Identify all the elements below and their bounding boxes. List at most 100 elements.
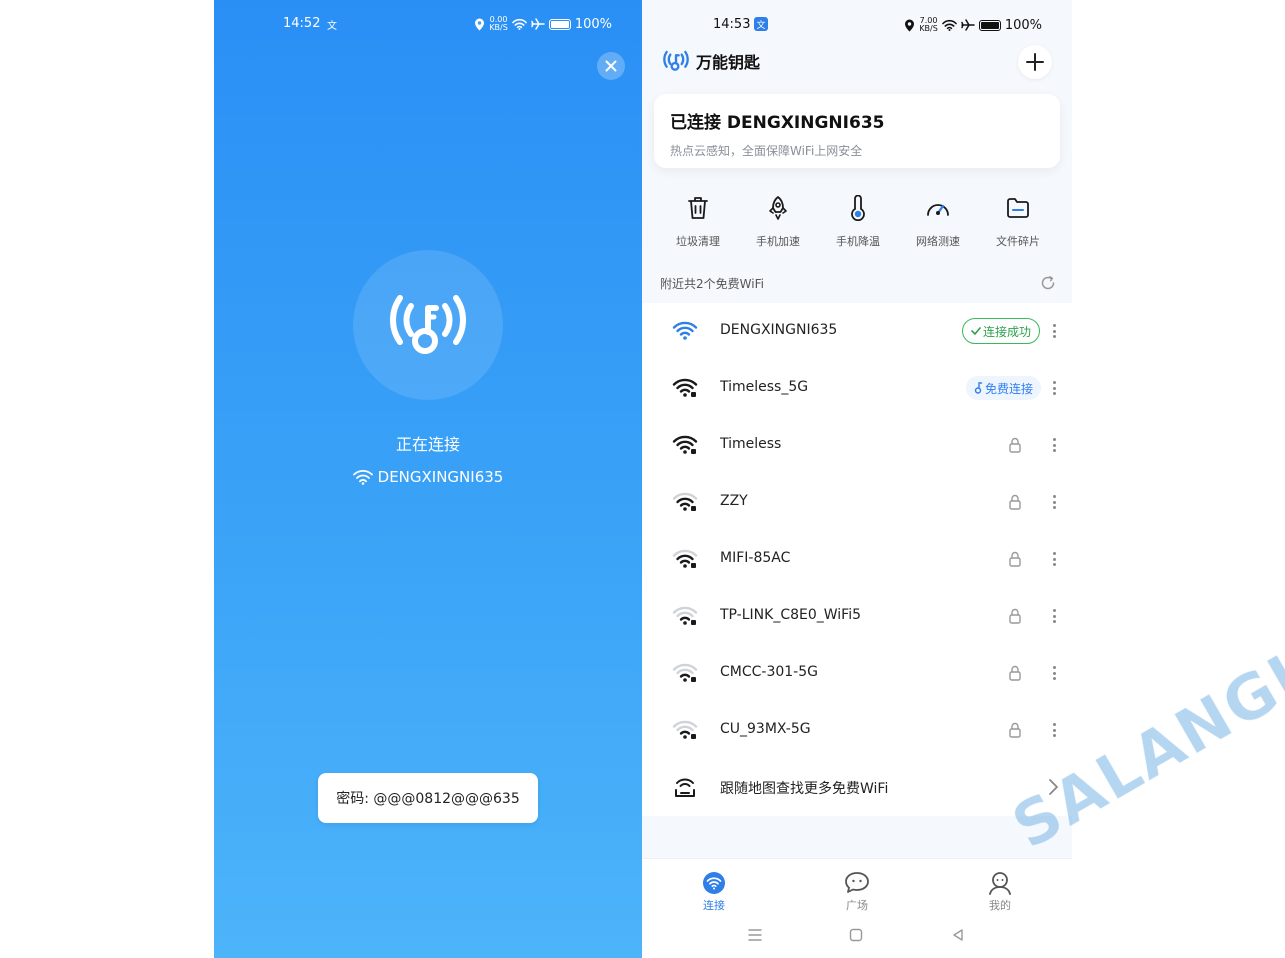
- back-nav-icon[interactable]: [951, 928, 965, 942]
- password-display[interactable]: 密码: @@@0812@@@635: [318, 773, 538, 823]
- map-row-label: 跟随地图查找更多免费WiFi: [720, 781, 889, 797]
- tab-square[interactable]: 广场: [827, 871, 887, 913]
- wifi-row[interactable]: CMCC-301-5G: [642, 645, 1072, 702]
- plus-icon: [1026, 53, 1044, 71]
- screenshot-stage: 14:52 文 0.00 KB/S 100% 正在连接 DENGXINGNI63…: [0, 0, 1285, 958]
- language-indicator: 文: [327, 21, 337, 32]
- connecting-label: 正在连接: [395, 435, 460, 454]
- location-icon: [475, 18, 485, 30]
- more-options-icon[interactable]: [1048, 321, 1060, 341]
- app-header: 万能钥匙: [662, 44, 1052, 79]
- wifi-signal-full-icon: [672, 435, 698, 454]
- wifi-list: DENGXINGNI635 连接成功 Timeless_5G 免费连接 Time…: [642, 303, 1072, 816]
- wifi-signal-medium-icon: [672, 492, 698, 511]
- free-connect-badge[interactable]: 免费连接: [966, 376, 1042, 400]
- connected-subtitle: 热点云感知，全面保障WiFi上网安全: [670, 144, 863, 158]
- tab-connect[interactable]: 连接: [684, 871, 744, 913]
- more-options-icon[interactable]: [1048, 663, 1060, 683]
- add-button[interactable]: [1018, 45, 1052, 79]
- wifi-status-icon: [942, 19, 957, 31]
- more-options-icon[interactable]: [1048, 549, 1060, 569]
- refresh-icon[interactable]: [1040, 275, 1056, 291]
- lock-icon: [1009, 494, 1021, 510]
- status-bar-left: 14:52 文 0.00 KB/S 100%: [214, 14, 642, 36]
- wifi-row[interactable]: CU_93MX-5G: [642, 702, 1072, 759]
- chat-bubble-icon: [845, 872, 869, 893]
- speedometer-icon: [927, 204, 949, 216]
- wifi-row[interactable]: ZZY: [642, 474, 1072, 531]
- battery-icon: [978, 19, 1001, 31]
- nearby-label: 附近共2个免费WiFi: [660, 276, 764, 291]
- connecting-ssid: DENGXINGNI635: [214, 468, 642, 486]
- more-options-icon[interactable]: [1048, 435, 1060, 455]
- lock-icon: [1009, 437, 1021, 453]
- wifi-name: TP-LINK_C8E0_WiFi5: [720, 607, 862, 623]
- thermometer-icon: [851, 195, 865, 221]
- tool-row: 垃圾清理 手机加速 手机降温 网络测速 文件碎片: [658, 192, 1058, 249]
- app-logo-icon: [663, 50, 689, 71]
- map-wifi-icon: [675, 778, 695, 797]
- folder-icon: [1007, 198, 1029, 218]
- home-nav-icon[interactable]: [849, 928, 863, 942]
- wifi-name: DENGXINGNI635: [720, 322, 838, 338]
- status-bar-right: 14:53 文 7.00 KB/S 100%: [642, 14, 1072, 36]
- connected-title: 已连接 DENGXINGNI635: [670, 113, 885, 133]
- wifi-tab-icon: [703, 872, 725, 894]
- language-indicator: 文: [754, 17, 768, 31]
- status-time: 14:52: [283, 16, 321, 31]
- more-options-icon[interactable]: [1048, 720, 1060, 740]
- nearby-header: 附近共2个免费WiFi: [660, 273, 1056, 293]
- more-options-icon[interactable]: [1048, 492, 1060, 512]
- wifi-name: Timeless_5G: [720, 379, 809, 395]
- wifi-signal-full-icon: [672, 321, 698, 340]
- wifi-signal-weak-icon: [672, 606, 698, 625]
- close-icon: [605, 60, 617, 72]
- tool-phone-boost[interactable]: 手机加速: [738, 192, 818, 249]
- wifi-status-icon: [512, 18, 527, 30]
- more-options-icon[interactable]: [1048, 378, 1060, 398]
- lock-icon: [1009, 722, 1021, 738]
- app-logo-circle: [353, 250, 503, 400]
- menu-nav-icon[interactable]: [747, 928, 763, 942]
- wifi-row[interactable]: MIFI-85AC: [642, 531, 1072, 588]
- wifi-signal-medium-icon: [672, 549, 698, 568]
- net-speed: 7.00 KB/S: [919, 16, 938, 33]
- lock-icon: [1009, 665, 1021, 681]
- battery-level: 100%: [1004, 17, 1042, 33]
- battery-icon: [548, 18, 571, 30]
- wifi-name: CMCC-301-5G: [720, 664, 818, 680]
- check-icon: [971, 327, 981, 336]
- tab-mine[interactable]: 我的: [970, 871, 1030, 913]
- key-icon: [974, 382, 983, 394]
- user-icon: [989, 872, 1011, 895]
- airplane-icon: [531, 18, 545, 30]
- wifi-row[interactable]: DENGXINGNI635 连接成功: [642, 303, 1072, 360]
- status-time: 14:53: [713, 17, 751, 32]
- wifi-name: MIFI-85AC: [720, 550, 791, 566]
- wifi-row[interactable]: Timeless_5G 免费连接: [642, 360, 1072, 417]
- connecting-screen: 14:52 文 0.00 KB/S 100% 正在连接 DENGXINGNI63…: [214, 0, 642, 958]
- close-button[interactable]: [597, 52, 625, 80]
- wifi-signal-weak-icon: [672, 663, 698, 682]
- airplane-icon: [961, 19, 975, 31]
- tool-speed-test[interactable]: 网络测速: [898, 192, 978, 249]
- lock-icon: [1009, 551, 1021, 567]
- trash-icon: [688, 197, 708, 219]
- wifi-signal-full-icon: [672, 378, 698, 397]
- tool-phone-cool[interactable]: 手机降温: [818, 192, 898, 249]
- wifi-row[interactable]: TP-LINK_C8E0_WiFi5: [642, 588, 1072, 645]
- wifi-name: CU_93MX-5G: [720, 721, 811, 737]
- wifi-row[interactable]: Timeless: [642, 417, 1072, 474]
- more-options-icon[interactable]: [1048, 606, 1060, 626]
- ssid-text: DENGXINGNI635: [377, 468, 504, 486]
- rocket-icon: [769, 196, 787, 220]
- battery-level: 100%: [574, 16, 612, 32]
- location-icon: [905, 19, 915, 31]
- app-title: 万能钥匙: [696, 53, 761, 72]
- lock-icon: [1009, 608, 1021, 624]
- wifi-signal-weak-icon: [672, 720, 698, 739]
- net-speed: 0.00 KB/S: [489, 15, 508, 32]
- tool-trash-clean[interactable]: 垃圾清理: [658, 192, 738, 249]
- tool-file-fragments[interactable]: 文件碎片: [978, 192, 1058, 249]
- connected-card[interactable]: 已连接 DENGXINGNI635 热点云感知，全面保障WiFi上网安全: [654, 94, 1060, 168]
